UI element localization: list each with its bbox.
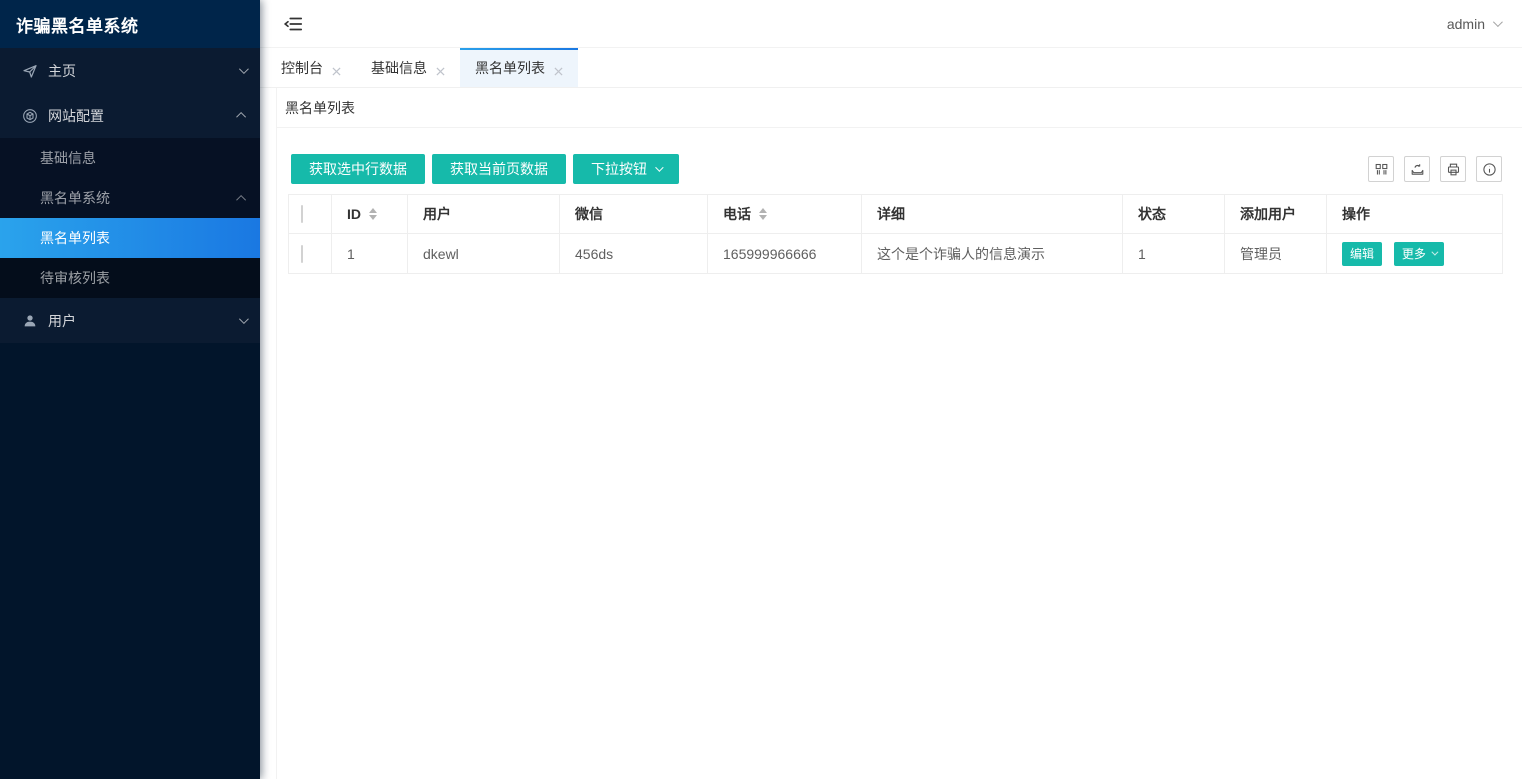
- column-label: 用户: [423, 206, 451, 222]
- sidebar-item-basic-info[interactable]: 基础信息: [0, 138, 260, 178]
- cell-operations: 编辑 更多: [1327, 234, 1503, 274]
- column-header-creator: 添加用户: [1225, 195, 1327, 234]
- tab-label: 控制台: [281, 58, 323, 78]
- print-button[interactable]: [1440, 156, 1466, 182]
- button-label: 下拉按钮: [591, 159, 647, 179]
- sidebar-item-users[interactable]: 用户: [0, 298, 260, 343]
- more-button[interactable]: 更多: [1394, 242, 1444, 266]
- button-label: 获取当前页数据: [450, 159, 548, 179]
- column-label: ID: [347, 206, 361, 222]
- column-label: 状态: [1138, 206, 1166, 222]
- chevron-down-icon: [655, 163, 663, 171]
- get-selected-rows-button[interactable]: 获取选中行数据: [291, 154, 425, 184]
- cell-id: 1: [332, 234, 408, 274]
- sidebar-item-label: 基础信息: [40, 148, 246, 168]
- blacklist-table: ID 用户 微信 电话: [288, 194, 1503, 274]
- tab-bar: 控制台 基础信息 黑名单列表: [260, 48, 1522, 88]
- column-header-status: 状态: [1123, 195, 1225, 234]
- column-label: 微信: [575, 206, 603, 222]
- header-checkbox-cell: [289, 195, 332, 234]
- toolbar-buttons: 获取选中行数据 获取当前页数据 下拉按钮: [291, 154, 679, 184]
- column-header-operations: 操作: [1327, 195, 1503, 234]
- card-body: 获取选中行数据 获取当前页数据 下拉按钮: [277, 128, 1522, 779]
- cell-detail: 这个是个诈骗人的信息演示: [862, 234, 1123, 274]
- close-icon[interactable]: [436, 63, 445, 72]
- sidebar-item-pending-review-list[interactable]: 待审核列表: [0, 258, 260, 298]
- user-menu[interactable]: admin: [1447, 16, 1500, 32]
- sidebar-nav: 主页 网站配置 基础信息 黑名单系统 黑名单列表: [0, 48, 260, 779]
- sidebar-item-label: 黑名单列表: [40, 228, 246, 248]
- print-icon: [1446, 162, 1461, 177]
- cell-wechat: 456ds: [560, 234, 708, 274]
- column-header-user: 用户: [408, 195, 560, 234]
- edit-button[interactable]: 编辑: [1342, 242, 1382, 266]
- button-label: 获取选中行数据: [309, 159, 407, 179]
- export-button[interactable]: [1404, 156, 1430, 182]
- main-area: admin 控制台 基础信息 黑名单列表 黑名单列表: [260, 0, 1522, 779]
- topbar: admin: [260, 0, 1522, 48]
- sidebar-item-label: 主页: [48, 61, 239, 81]
- sidebar: 诈骗黑名单系统 主页 网站配置 基础信息: [0, 0, 260, 779]
- sidebar-item-label: 黑名单系统: [40, 188, 239, 208]
- table-toolbar: 获取选中行数据 获取当前页数据 下拉按钮: [291, 154, 1502, 184]
- tab-blacklist-list[interactable]: 黑名单列表: [460, 48, 578, 87]
- dropdown-button[interactable]: 下拉按钮: [573, 154, 679, 184]
- tab-basic-info[interactable]: 基础信息: [356, 48, 460, 87]
- chevron-down-icon: [239, 64, 249, 74]
- table-row: 1 dkewl 456ds 165999966666 这个是个诈骗人的信息演示 …: [289, 234, 1503, 274]
- row-checkbox-cell: [289, 234, 332, 274]
- table-tool-icons: [1368, 156, 1502, 182]
- sidebar-item-label: 用户: [48, 311, 239, 331]
- column-header-detail: 详细: [862, 195, 1123, 234]
- column-label: 操作: [1342, 206, 1370, 222]
- cell-creator: 管理员: [1225, 234, 1327, 274]
- tab-console[interactable]: 控制台: [266, 48, 356, 87]
- app-title: 诈骗黑名单系统: [0, 0, 260, 48]
- sidebar-item-site-config[interactable]: 网站配置: [0, 93, 260, 138]
- sort-icon[interactable]: [759, 208, 767, 220]
- cell-status: 1: [1123, 234, 1225, 274]
- user-icon: [22, 313, 38, 329]
- component-icon: [22, 108, 38, 124]
- column-header-id: ID: [332, 195, 408, 234]
- export-icon: [1410, 162, 1425, 177]
- select-all-checkbox[interactable]: [301, 205, 303, 223]
- sidebar-item-home[interactable]: 主页: [0, 48, 260, 93]
- cell-user: dkewl: [408, 234, 560, 274]
- table-header-row: ID 用户 微信 电话: [289, 195, 1503, 234]
- sidebar-item-label: 待审核列表: [40, 268, 246, 288]
- info-icon: [1482, 162, 1497, 177]
- cell-phone: 165999966666: [708, 234, 862, 274]
- tab-label: 基础信息: [371, 58, 427, 78]
- columns-icon: [1374, 162, 1389, 177]
- column-label: 添加用户: [1240, 206, 1296, 222]
- chevron-down-icon: [1493, 17, 1503, 27]
- column-label: 电话: [723, 204, 751, 224]
- close-icon[interactable]: [332, 63, 341, 72]
- page-title: 黑名单列表: [285, 98, 355, 118]
- info-button[interactable]: [1476, 156, 1502, 182]
- card-header: 黑名单列表: [277, 88, 1522, 128]
- sort-icon[interactable]: [369, 208, 377, 220]
- get-current-page-button[interactable]: 获取当前页数据: [432, 154, 566, 184]
- tab-label: 黑名单列表: [475, 58, 545, 78]
- site-config-submenu: 基础信息 黑名单系统 黑名单列表 待审核列表: [0, 138, 260, 298]
- username: admin: [1447, 16, 1485, 32]
- collapse-sidebar-icon[interactable]: [282, 13, 304, 35]
- sidebar-item-label: 网站配置: [48, 106, 239, 126]
- button-label: 编辑: [1350, 245, 1374, 262]
- chevron-down-icon: [239, 314, 249, 324]
- row-checkbox[interactable]: [301, 245, 303, 263]
- sidebar-item-blacklist-system[interactable]: 黑名单系统: [0, 178, 260, 218]
- sidebar-item-blacklist-list[interactable]: 黑名单列表: [0, 218, 260, 258]
- chevron-down-icon: [1431, 249, 1438, 256]
- button-label: 更多: [1402, 245, 1426, 262]
- column-header-phone: 电话: [708, 195, 862, 234]
- column-label: 详细: [877, 206, 905, 222]
- page-card: 黑名单列表 获取选中行数据 获取当前页数据 下拉按钮: [276, 88, 1522, 779]
- columns-filter-button[interactable]: [1368, 156, 1394, 182]
- send-icon: [22, 63, 38, 79]
- column-header-wechat: 微信: [560, 195, 708, 234]
- close-icon[interactable]: [554, 63, 563, 72]
